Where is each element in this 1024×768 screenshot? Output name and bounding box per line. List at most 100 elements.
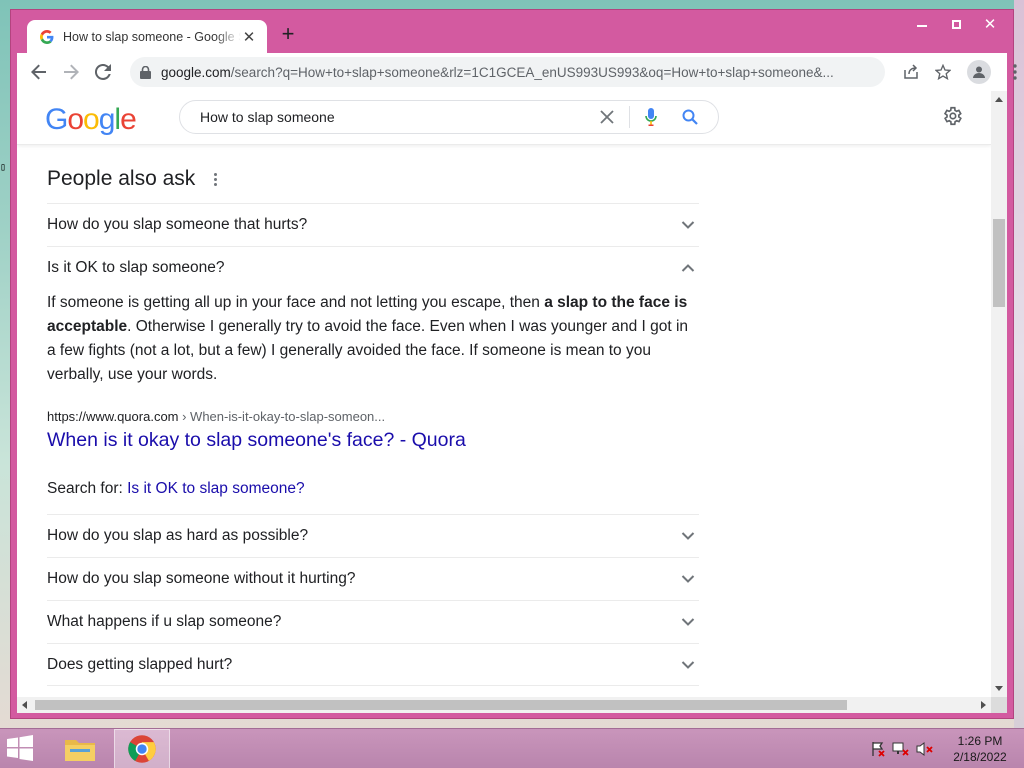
browser-toolbar: google.com/search?q=How+to+slap+someone&… — [17, 53, 1017, 91]
toolbar-actions — [895, 56, 1024, 88]
question-text: What happens if u slap someone? — [47, 613, 282, 630]
folder-icon — [65, 740, 95, 761]
search-box-actions — [595, 101, 718, 133]
system-tray — [870, 741, 934, 757]
chrome-icon — [128, 735, 156, 763]
minimize-button[interactable] — [905, 13, 939, 35]
star-icon — [935, 64, 951, 80]
paa-question[interactable]: How do you slap someone without it hurti… — [47, 557, 699, 600]
close-window-button[interactable]: ✕ — [973, 13, 1007, 35]
question-text: Is it OK to slap someone? — [47, 259, 225, 276]
chevron-up-icon — [681, 264, 695, 272]
page-viewport: Google How to slap someone People also a… — [17, 91, 1007, 713]
search-for: Search for: Is it OK to slap someone? — [47, 480, 305, 497]
action-center-flag-icon[interactable] — [870, 741, 886, 757]
forward-arrow-icon — [64, 64, 79, 80]
horizontal-scroll-thumb[interactable] — [35, 700, 847, 710]
url-text[interactable]: google.com/search?q=How+to+slap+someone&… — [161, 65, 861, 80]
search-icon — [682, 109, 698, 125]
search-divider — [629, 106, 630, 128]
chevron-down-icon — [681, 618, 695, 626]
file-explorer-button[interactable] — [52, 729, 108, 768]
question-text: Does getting slapped hurt? — [47, 655, 233, 673]
tab-title: How to slap someone - Google Search — [63, 30, 241, 44]
chevron-down-icon — [681, 660, 695, 669]
maximize-button[interactable] — [939, 13, 973, 35]
clear-search-button[interactable] — [595, 105, 619, 129]
source-link[interactable]: When is it okay to slap someone's face? … — [47, 429, 699, 452]
more-options-icon[interactable] — [209, 169, 221, 189]
chevron-down-icon — [681, 532, 695, 540]
search-for-link[interactable]: Is it OK to slap someone? — [127, 480, 304, 497]
source-url: https://www.quora.com › When-is-it-okay-… — [47, 409, 386, 424]
window-controls: ✕ — [905, 13, 1007, 35]
vertical-scroll-thumb[interactable] — [993, 219, 1005, 307]
source-breadcrumb: › When-is-it-okay-to-slap-someon... — [178, 409, 386, 424]
scroll-up-icon[interactable] — [995, 97, 1003, 102]
people-also-ask: People also ask How do you slap someone … — [47, 161, 699, 686]
new-tab-button[interactable]: + — [277, 23, 299, 46]
bookmark-button[interactable] — [927, 56, 959, 88]
paa-question[interactable]: What happens if u slap someone? — [47, 600, 699, 643]
question-text: How do you slap as hard as possible? — [47, 527, 309, 544]
google-favicon-icon — [40, 30, 54, 44]
url-path: /search?q=How+to+slap+someone&rlz=1C1GCE… — [230, 64, 834, 80]
profile-avatar[interactable] — [967, 60, 991, 84]
vertical-scrollbar[interactable] — [991, 91, 1007, 697]
close-icon — [600, 110, 614, 124]
google-logo[interactable]: Google — [45, 103, 137, 137]
voice-search-button[interactable] — [640, 105, 662, 129]
paa-answer: If someone is getting all up in your fac… — [47, 294, 689, 383]
search-submit-button[interactable] — [670, 105, 710, 129]
microphone-icon — [645, 108, 657, 126]
taskbar: 1:26 PM 2/18/2022 — [0, 728, 1024, 768]
paa-question-expanded[interactable]: Is it OK to slap someone? — [47, 246, 699, 289]
reload-button[interactable] — [87, 56, 119, 88]
tab-close-icon[interactable]: ✕ — [241, 29, 257, 46]
question-text: How do you slap someone that hurts? — [47, 216, 308, 233]
share-icon — [904, 64, 918, 79]
google-header: Google — [17, 91, 991, 145]
vertical-dots-icon — [1013, 64, 1017, 80]
desktop-icon-fragment: ▯ — [0, 162, 7, 173]
paa-question[interactable]: Does getting slapped hurt? — [47, 643, 699, 686]
scroll-left-icon[interactable] — [22, 701, 27, 709]
scroll-right-icon[interactable] — [981, 701, 986, 709]
gear-icon — [943, 106, 962, 126]
chrome-menu-button[interactable] — [999, 56, 1024, 88]
start-button[interactable] — [6, 735, 40, 765]
person-icon — [973, 66, 985, 78]
clock-date: 2/18/2022 — [953, 750, 1007, 764]
question-text: How do you slap someone without it hurti… — [47, 570, 356, 587]
maximize-icon — [951, 19, 961, 29]
url-host: google.com — [161, 64, 231, 80]
volume-muted-icon[interactable] — [916, 741, 934, 757]
lock-icon — [140, 65, 151, 79]
forward-button[interactable] — [55, 56, 87, 88]
network-icon[interactable] — [892, 741, 910, 757]
browser-tab[interactable]: How to slap someone - Google Search ✕ — [27, 20, 267, 54]
chevron-down-icon — [681, 575, 695, 583]
back-button[interactable] — [23, 56, 55, 88]
search-box — [179, 100, 719, 134]
paa-question[interactable]: How do you slap someone that hurts? — [47, 203, 699, 246]
chrome-taskbar-button[interactable] — [114, 729, 170, 768]
address-bar[interactable]: google.com/search?q=How+to+slap+someone&… — [130, 57, 885, 87]
horizontal-scrollbar[interactable] — [17, 697, 991, 713]
windows-logo-icon — [7, 735, 33, 761]
chrome-window: ✕ How to slap someone - Google Search ✕ … — [10, 9, 1017, 719]
paa-title: People also ask — [47, 167, 196, 190]
paa-question[interactable]: How do you slap as hard as possible? — [47, 514, 699, 557]
back-arrow-icon — [31, 64, 46, 80]
share-button[interactable] — [895, 56, 927, 88]
minimize-icon — [917, 25, 927, 27]
scrollbar-corner — [991, 697, 1007, 713]
taskbar-clock[interactable]: 1:26 PM 2/18/2022 — [944, 733, 1016, 765]
search-input[interactable] — [200, 109, 580, 125]
chevron-down-icon — [681, 221, 695, 229]
paa-header: People also ask — [47, 161, 699, 197]
clock-time: 1:26 PM — [957, 734, 1003, 748]
settings-button[interactable] — [941, 105, 965, 129]
scroll-down-icon[interactable] — [995, 686, 1003, 691]
desktop-background-edge — [1014, 0, 1024, 728]
